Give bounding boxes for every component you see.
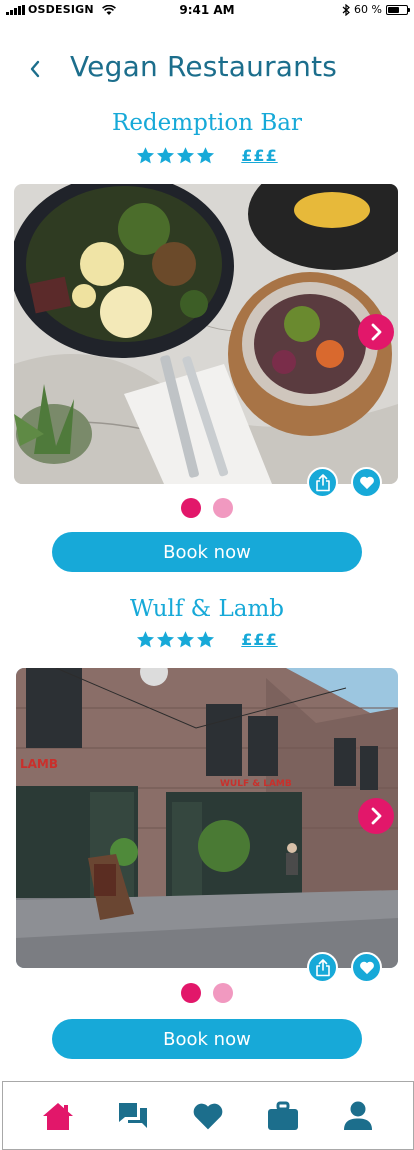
home-icon bbox=[43, 1102, 74, 1130]
carousel-dot-2[interactable] bbox=[213, 983, 233, 1003]
restaurant-exterior-photo[interactable]: WULF & LAMB LAMB bbox=[16, 668, 398, 968]
book-now-button[interactable]: Book now bbox=[52, 1019, 362, 1059]
chat-icon bbox=[119, 1102, 148, 1128]
restaurant-card: Wulf & Lamb £££ WULF & LAMB LAMB Book no… bbox=[0, 0, 414, 1080]
carousel-dot-1[interactable] bbox=[181, 983, 201, 1003]
carousel-dots bbox=[0, 983, 414, 1003]
tab-messages[interactable] bbox=[109, 1092, 157, 1140]
share-icon bbox=[315, 958, 330, 976]
price-level: £££ bbox=[241, 629, 278, 649]
star-icon bbox=[137, 630, 155, 647]
share-button[interactable] bbox=[307, 952, 338, 983]
tab-favourites[interactable] bbox=[184, 1092, 232, 1140]
tab-profile[interactable] bbox=[334, 1092, 382, 1140]
tab-bar bbox=[2, 1081, 414, 1150]
restaurant-exterior-image: WULF & LAMB LAMB bbox=[16, 668, 398, 968]
restaurant-name[interactable]: Wulf & Lamb bbox=[0, 596, 414, 622]
tab-home[interactable] bbox=[34, 1092, 82, 1140]
storefront-sign: WULF & LAMB bbox=[220, 779, 292, 789]
star-icon bbox=[157, 630, 175, 647]
restaurant-meta: £££ bbox=[0, 628, 414, 650]
side-sign: LAMB bbox=[20, 757, 58, 771]
tab-bookings[interactable] bbox=[259, 1092, 307, 1140]
next-photo-button[interactable] bbox=[358, 798, 394, 834]
favourite-button[interactable] bbox=[351, 952, 382, 983]
person-icon bbox=[343, 1101, 372, 1130]
heart-icon bbox=[193, 1103, 223, 1129]
briefcase-icon bbox=[267, 1101, 298, 1130]
star-icon bbox=[177, 630, 195, 647]
heart-icon bbox=[359, 961, 374, 975]
rating-stars bbox=[136, 630, 215, 649]
star-icon bbox=[197, 630, 215, 647]
chevron-right-icon bbox=[371, 807, 382, 825]
